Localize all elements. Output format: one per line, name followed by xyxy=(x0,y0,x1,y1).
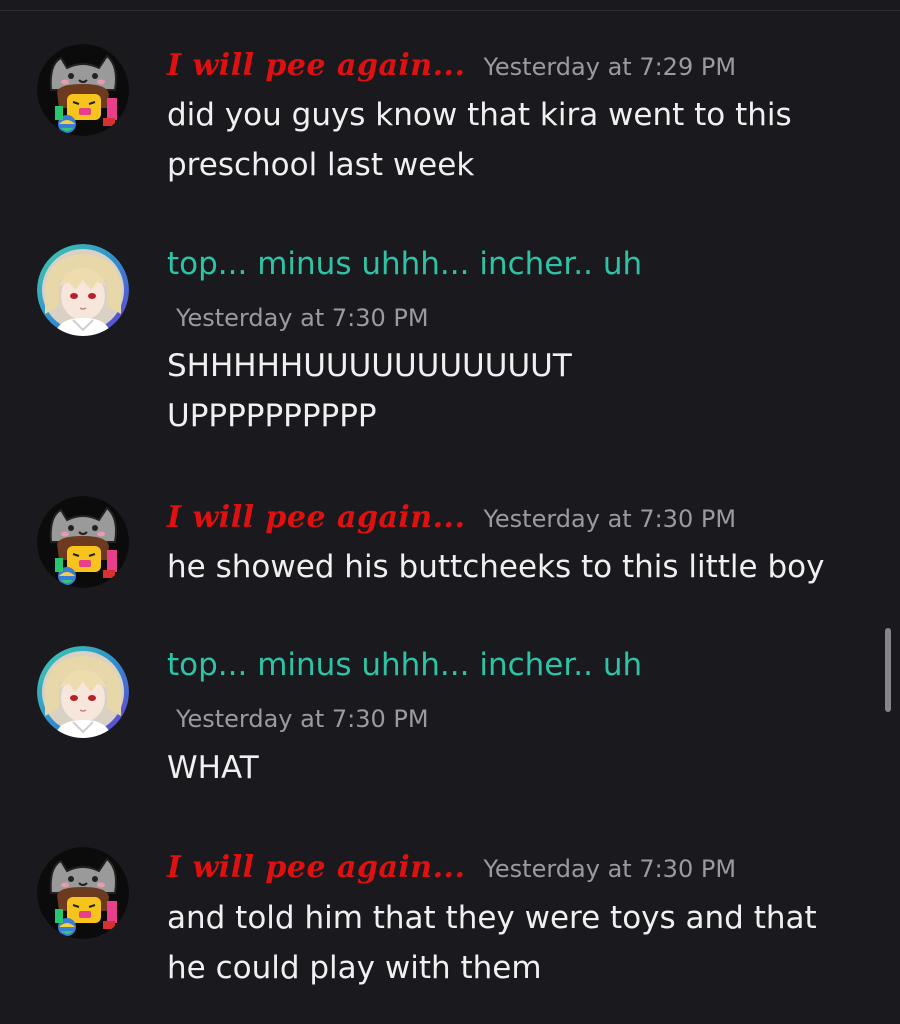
message-header: top... minus uhhh... incher.. uh xyxy=(167,647,642,683)
message-line: SHHHHHUUUUUUUUUUUT xyxy=(167,348,572,384)
message-header: I will pee again... Yesterday at 7:30 PM xyxy=(167,850,736,885)
blonde-girl-avatar-icon xyxy=(37,244,129,336)
message-timestamp: Yesterday at 7:29 PM xyxy=(483,53,737,81)
message-content: he showed his buttcheeks to this little … xyxy=(167,542,867,592)
user-avatar[interactable] xyxy=(37,847,129,939)
author-name[interactable]: I will pee again... xyxy=(167,48,465,83)
cat-hat-avatar-icon xyxy=(37,847,129,939)
message-line: and told him that they were toys and tha… xyxy=(167,900,817,936)
user-avatar[interactable] xyxy=(37,44,129,136)
message-line: he showed his buttcheeks to this little … xyxy=(167,549,825,585)
message-line: did you guys know that kira went to this xyxy=(167,97,792,133)
message-line: preschool last week xyxy=(167,147,475,183)
cat-hat-avatar-icon xyxy=(37,496,129,588)
message-line: he could play with them xyxy=(167,950,542,986)
blonde-girl-avatar-icon xyxy=(37,646,129,738)
message-line: WHAT xyxy=(167,750,259,786)
top-divider xyxy=(0,10,900,11)
message-header: top... minus uhhh... incher.. uh xyxy=(167,246,642,282)
message-header: I will pee again... Yesterday at 7:30 PM xyxy=(167,500,736,535)
message-content: SHHHHHUUUUUUUUUUUT UPPPPPPPPPP xyxy=(167,341,867,441)
author-name[interactable]: top... minus uhhh... incher.. uh xyxy=(167,246,642,282)
cat-hat-avatar-icon xyxy=(37,44,129,136)
author-name[interactable]: top... minus uhhh... incher.. uh xyxy=(167,647,642,683)
message-timestamp: Yesterday at 7:30 PM xyxy=(483,855,737,883)
message-header: I will pee again... Yesterday at 7:29 PM xyxy=(167,48,736,83)
message-content: did you guys know that kira went to this… xyxy=(167,90,867,190)
user-avatar[interactable] xyxy=(37,496,129,588)
message-timestamp: Yesterday at 7:30 PM xyxy=(483,505,737,533)
scrollbar-thumb[interactable] xyxy=(885,628,891,712)
message-timestamp: Yesterday at 7:30 PM xyxy=(176,304,429,332)
user-avatar[interactable] xyxy=(37,646,129,738)
message-timestamp: Yesterday at 7:30 PM xyxy=(176,705,429,733)
user-avatar[interactable] xyxy=(37,244,129,336)
author-name[interactable]: I will pee again... xyxy=(167,850,465,885)
message-line: UPPPPPPPPPP xyxy=(167,398,377,434)
message-content: and told him that they were toys and tha… xyxy=(167,893,867,993)
author-name[interactable]: I will pee again... xyxy=(167,500,465,535)
message-content: WHAT xyxy=(167,743,867,793)
